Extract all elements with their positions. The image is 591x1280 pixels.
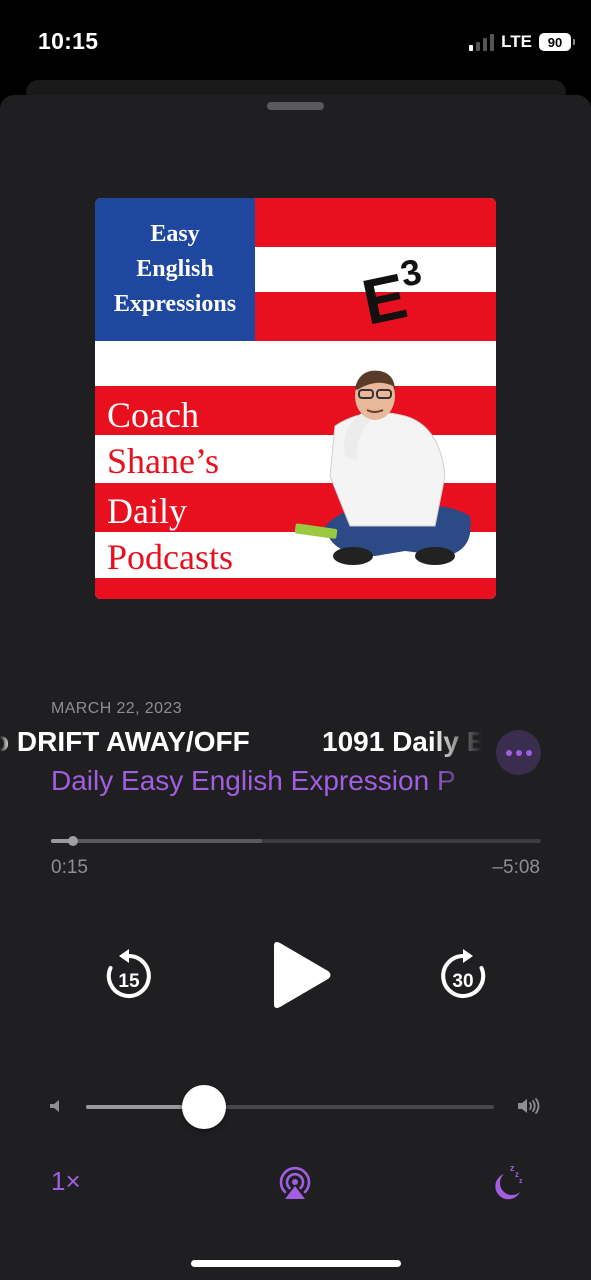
episode-date: MARCH 22, 2023 (51, 700, 182, 717)
play-icon (274, 942, 331, 1008)
artwork-text-line: Daily (107, 491, 187, 531)
battery-icon: 90 (539, 33, 575, 51)
status-indicators: LTE 90 (469, 32, 575, 52)
ellipsis-icon (505, 749, 532, 756)
scrubber-buffered (51, 839, 262, 843)
artwork-text-line: Podcasts (107, 537, 233, 577)
home-indicator[interactable] (191, 1260, 401, 1267)
airplay-button[interactable] (276, 1164, 314, 1202)
skip-back-15-icon: 15 (106, 949, 151, 998)
episode-title: o DRIFT AWAY/OFF (0, 726, 250, 757)
skip-back-label: 15 (118, 971, 140, 992)
scrubber-handle[interactable] (68, 836, 79, 846)
more-options-button[interactable] (496, 730, 541, 775)
show-title-link[interactable]: Daily Easy English Expression P (51, 762, 482, 800)
svg-text:z: z (519, 1178, 523, 1185)
play-button[interactable] (268, 940, 332, 1010)
speaker-high-icon (518, 1098, 540, 1114)
show-title: Daily Easy English Expression P (51, 765, 456, 796)
episode-title-marquee[interactable]: o DRIFT AWAY/OFF 1091 Daily E (0, 724, 482, 764)
sleep-timer-moon-icon: z z z (495, 1163, 523, 1200)
artwork-canton-line: Easy (150, 221, 200, 247)
artwork-text-line: Shane’s (107, 441, 219, 481)
artwork-canton-line: Expressions (113, 291, 237, 317)
elapsed-time: 0:15 (51, 857, 88, 878)
skip-forward-30-icon: 30 (441, 949, 486, 998)
sleep-timer-button[interactable]: z z z (490, 1162, 526, 1202)
remaining-time: –5:08 (492, 857, 540, 878)
host-photo (295, 370, 471, 565)
battery-level: 90 (547, 34, 563, 50)
playback-speed-button[interactable]: 1× (51, 1166, 81, 1197)
sheet-grabber[interactable] (267, 102, 324, 110)
volume-handle[interactable] (182, 1085, 227, 1129)
volume-slider[interactable] (86, 1085, 494, 1129)
artwork-canton: Easy English Expressions (95, 198, 255, 341)
status-bar: 10:15 LTE 90 (0, 0, 591, 80)
skip-forward-30-button[interactable]: 30 (436, 948, 490, 1004)
skip-back-15-button[interactable]: 15 (102, 948, 156, 1004)
artwork-canton-line: English (136, 256, 214, 282)
podcast-artwork: Easy English Expressions E3 Coach Shane’… (95, 198, 496, 599)
network-type: LTE (501, 32, 532, 51)
signal-icon (469, 33, 495, 51)
speaker-low-icon (50, 1100, 59, 1112)
status-time: 10:15 (38, 28, 99, 54)
skip-forward-label: 30 (452, 971, 473, 992)
playback-scrubber[interactable] (51, 836, 541, 846)
artwork-text-line: Coach (107, 395, 199, 435)
